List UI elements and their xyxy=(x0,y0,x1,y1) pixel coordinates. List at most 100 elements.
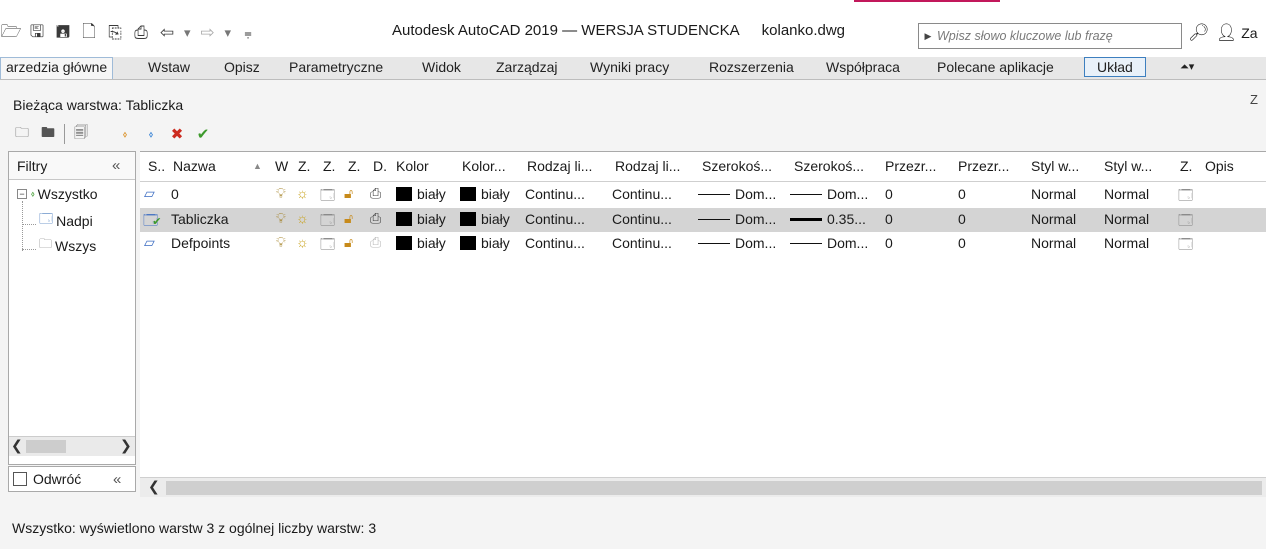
lightbulb-on-icon[interactable]: 💡︎ xyxy=(276,210,286,227)
layer-row[interactable]: ▱ Defpoints 💡︎ ☼ 🗔︎ 🔓︎ ⎙ biały biały Continu... Co… xyxy=(140,232,1266,256)
linetype-vp-cell[interactable]: Continu... xyxy=(612,235,672,251)
layer-icon[interactable]: ▱ xyxy=(144,234,155,251)
transparency-vp-cell[interactable]: 0 xyxy=(958,235,966,251)
new-layer-vp-frozen-icon[interactable]: ⬫ xyxy=(141,124,161,144)
save-as-icon[interactable]: 🖪 xyxy=(52,22,74,44)
col-lock[interactable]: Z. xyxy=(348,158,360,174)
col-linetype-vp[interactable]: Rodzaj li... xyxy=(615,158,680,174)
col-name[interactable]: Nazwa xyxy=(173,158,216,174)
tab-featured-apps[interactable]: Polecane aplikacje xyxy=(937,59,1054,75)
color-vp-cell[interactable]: biały xyxy=(460,235,510,251)
lineweight-vp-cell[interactable]: Dom... xyxy=(790,186,868,202)
col-plot-style[interactable]: Styl w... xyxy=(1031,158,1079,174)
col-transparency-vp[interactable]: Przezr... xyxy=(958,158,1009,174)
tree-item-overrides[interactable]: 🗔 Nadpi xyxy=(39,210,93,232)
color-cell[interactable]: biały xyxy=(396,186,446,202)
publish-icon[interactable]: 🗋 xyxy=(78,22,100,44)
binoculars-icon[interactable]: 🔎︎ xyxy=(1188,23,1210,43)
search-input[interactable] xyxy=(937,29,1175,43)
plot-style-cell[interactable]: Normal xyxy=(1031,186,1076,202)
plot-style-vp-cell[interactable]: Normal xyxy=(1104,186,1149,202)
lineweight-vp-cell[interactable]: 0.35... xyxy=(790,211,866,227)
tab-view[interactable]: Widok xyxy=(422,59,461,75)
transparency-cell[interactable]: 0 xyxy=(885,235,893,251)
col-freeze-vp[interactable]: Z. xyxy=(323,158,335,174)
new-vp-freeze-icon[interactable]: 🗔︎ xyxy=(1178,234,1193,258)
printer-off-icon[interactable]: ⎙ xyxy=(370,234,381,251)
layer-row[interactable]: 🗔︎✔ Tabliczka 💡︎ ☼ 🗔︎ 🔓︎ ⎙ biały biały Continu...… xyxy=(140,207,1266,234)
col-color[interactable]: Kolor xyxy=(396,158,429,174)
lightbulb-on-icon[interactable]: 💡︎ xyxy=(276,185,286,202)
tab-addins[interactable]: Rozszerzenia xyxy=(709,59,794,75)
redo-dropdown-icon[interactable]: ▾ xyxy=(225,25,232,41)
transparency-vp-cell[interactable]: 0 xyxy=(958,186,966,202)
scroll-left-icon[interactable]: ❮ xyxy=(11,437,23,454)
redo-icon[interactable]: ⇨ xyxy=(197,22,219,44)
col-status[interactable]: S.. xyxy=(148,158,165,174)
lineweight-cell[interactable]: Dom... xyxy=(698,186,776,202)
undo-dropdown-icon[interactable]: ▾ xyxy=(184,25,191,41)
delete-layer-icon[interactable]: ✖ xyxy=(167,124,187,144)
col-description[interactable]: Opis xyxy=(1205,158,1234,174)
printer-icon[interactable]: ⎙ xyxy=(370,210,381,227)
scroll-right-icon[interactable]: ❯ xyxy=(120,437,132,454)
col-transparency[interactable]: Przezr... xyxy=(885,158,936,174)
new-property-filter-icon[interactable]: 🗀 xyxy=(12,124,32,144)
save-icon[interactable]: 🖫 xyxy=(26,22,48,44)
tab-output[interactable]: Wyniki pracy xyxy=(590,59,669,75)
grid-horizontal-scrollbar[interactable]: ❮ xyxy=(140,477,1266,497)
sun-thaw-icon[interactable]: ☼ xyxy=(296,210,309,226)
unlocked-icon[interactable]: 🔓︎ xyxy=(344,234,353,251)
signin-label[interactable]: Za xyxy=(1241,25,1257,41)
plot-style-cell[interactable]: Normal xyxy=(1031,211,1076,227)
search-expand-icon[interactable]: ▶ xyxy=(919,31,937,42)
new-vp-freeze-icon[interactable]: 🗔︎ xyxy=(1178,210,1193,234)
col-on[interactable]: W xyxy=(275,158,288,174)
layer-states-icon[interactable]: 🗐 xyxy=(71,124,91,144)
customize-icon[interactable]: ⩦ xyxy=(237,22,259,44)
col-freeze[interactable]: Z. xyxy=(298,158,310,174)
layer-row[interactable]: ▱ 0 💡︎ ☼ 🗔︎ 🔓︎ ⎙ biały biały Continu... Continu...… xyxy=(140,183,1266,207)
import-icon[interactable]: ⎘ xyxy=(104,22,126,44)
linetype-vp-cell[interactable]: Continu... xyxy=(612,211,672,227)
unlocked-icon[interactable]: 🔓︎ xyxy=(344,185,353,202)
linetype-cell[interactable]: Continu... xyxy=(525,211,585,227)
layer-name[interactable]: Defpoints xyxy=(171,235,230,251)
scroll-left-icon[interactable]: ❮ xyxy=(148,478,160,495)
lineweight-vp-cell[interactable]: Dom... xyxy=(790,235,868,251)
new-vp-freeze-icon[interactable]: 🗔︎ xyxy=(1178,185,1193,209)
transparency-cell[interactable]: 0 xyxy=(885,211,893,227)
lineweight-cell[interactable]: Dom... xyxy=(698,211,776,227)
color-cell[interactable]: biały xyxy=(396,211,446,227)
col-new-vp-freeze[interactable]: Z. xyxy=(1180,158,1192,174)
open-icon[interactable]: 🗁 xyxy=(0,22,22,44)
ribbon-minimize-icon[interactable]: ⏶▾ xyxy=(1180,60,1194,74)
undo-icon[interactable]: ⇦ xyxy=(156,22,178,44)
search-box[interactable]: ▶ xyxy=(918,23,1182,49)
plot-style-vp-cell[interactable]: Normal xyxy=(1104,235,1149,251)
linetype-cell[interactable]: Continu... xyxy=(525,186,585,202)
new-layer-icon[interactable]: ⬫ xyxy=(115,124,135,144)
lineweight-cell[interactable]: Dom... xyxy=(698,235,776,251)
linetype-vp-cell[interactable]: Continu... xyxy=(612,186,672,202)
lightbulb-on-icon[interactable]: 💡︎ xyxy=(276,234,286,251)
collapse-filters-icon[interactable]: « xyxy=(113,471,121,488)
layer-name[interactable]: 0 xyxy=(171,186,179,202)
current-layer-icon[interactable]: 🗔︎✔ xyxy=(143,210,161,234)
tab-layout[interactable]: Układ xyxy=(1084,57,1146,77)
col-lineweight[interactable]: Szerokoś... xyxy=(702,158,772,174)
tab-home[interactable]: arzedzia główne xyxy=(0,57,114,79)
layer-icon[interactable]: ▱ xyxy=(144,185,155,202)
plot-style-vp-cell[interactable]: Normal xyxy=(1104,211,1149,227)
collapse-filters-icon[interactable]: « xyxy=(112,157,120,174)
color-cell[interactable]: biały xyxy=(396,235,446,251)
tab-collaborate[interactable]: Współpraca xyxy=(826,59,900,75)
unlocked-icon[interactable]: 🔓︎ xyxy=(344,210,353,227)
scroll-thumb[interactable] xyxy=(26,440,66,453)
linetype-cell[interactable]: Continu... xyxy=(525,235,585,251)
transparency-cell[interactable]: 0 xyxy=(885,186,893,202)
invert-checkbox[interactable] xyxy=(13,472,27,486)
tab-insert[interactable]: Wstaw xyxy=(148,59,190,75)
scroll-thumb[interactable] xyxy=(166,481,1262,495)
plot-style-cell[interactable]: Normal xyxy=(1031,235,1076,251)
